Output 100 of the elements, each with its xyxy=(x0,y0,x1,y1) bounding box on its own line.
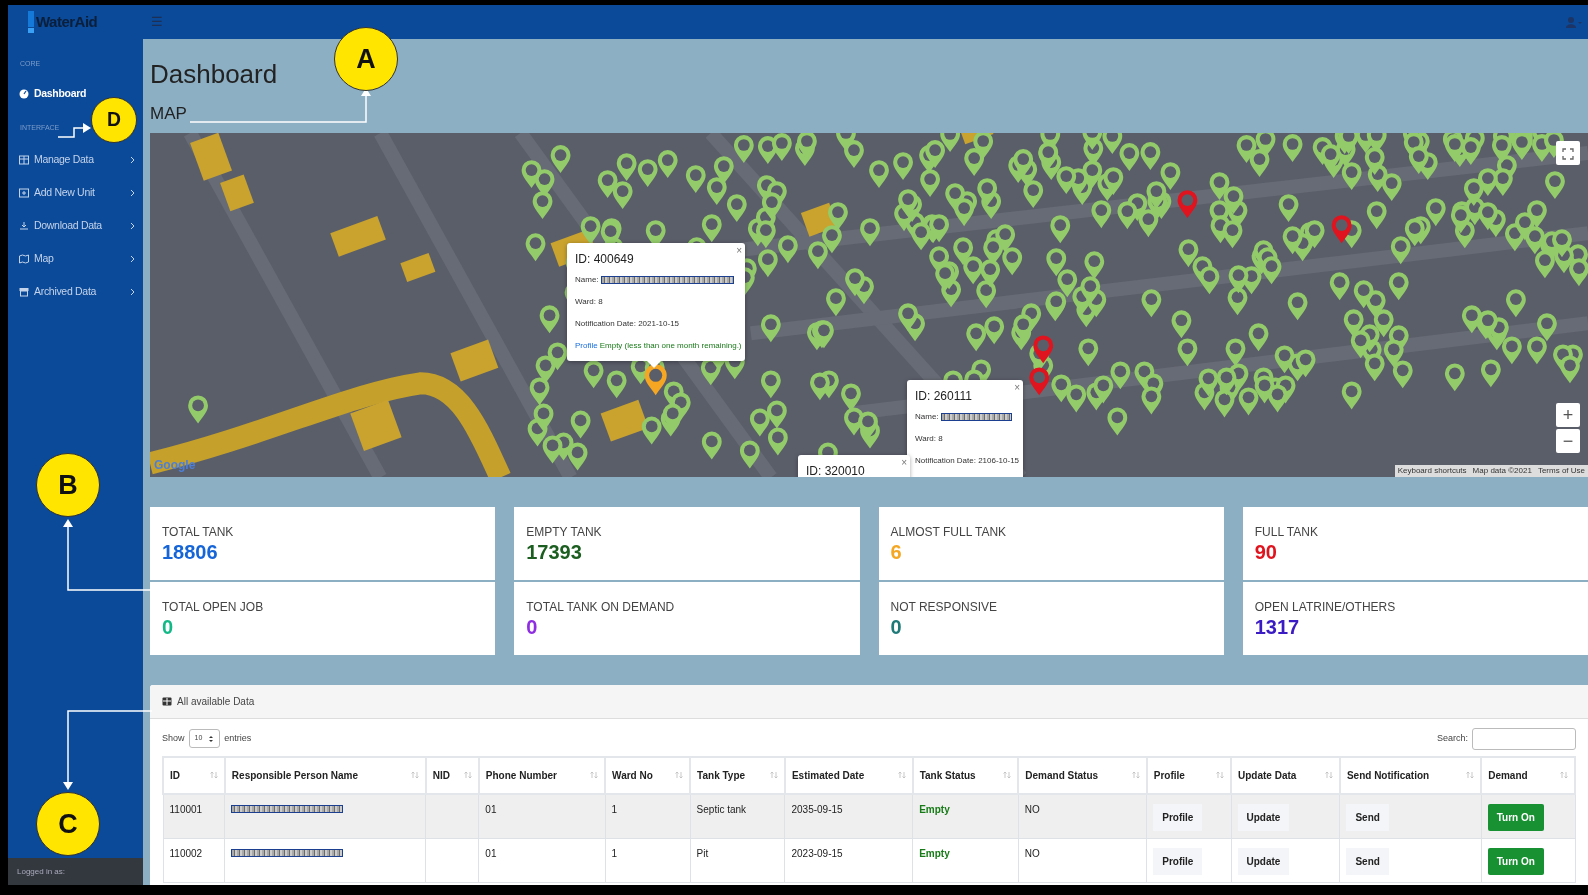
stat-value: 17393 xyxy=(526,540,583,563)
close-button[interactable]: × xyxy=(1014,379,1020,395)
table-cell: 2023-09-15 xyxy=(784,838,913,883)
notification-date: Notification Date: 2106-10-15 xyxy=(915,454,1020,467)
turn-on-button[interactable]: Turn On xyxy=(1487,803,1544,831)
stat-value: 6 xyxy=(890,540,903,563)
column-header[interactable]: ID xyxy=(163,756,225,794)
show-label: Show xyxy=(162,731,185,745)
ward-label: Ward: 8 xyxy=(575,295,603,308)
column-header[interactable]: Send Notification xyxy=(1339,756,1482,794)
stat-label: OPEN LATRINE/OTHERS xyxy=(1254,598,1397,616)
sort-icon[interactable] xyxy=(1003,771,1012,780)
table-cell: NO xyxy=(1018,793,1147,839)
map-drawing[interactable] xyxy=(150,132,1588,477)
stat-label: TOTAL OPEN JOB xyxy=(162,598,265,616)
popup-id: ID: 260111 xyxy=(915,387,973,405)
send-button[interactable]: Send xyxy=(1346,847,1389,875)
sort-icon[interactable] xyxy=(897,771,906,780)
profile-button[interactable]: Profile xyxy=(1153,847,1203,875)
section-heading: MAP xyxy=(150,104,187,125)
menu-icon xyxy=(19,253,29,264)
chevron-icon xyxy=(130,221,135,230)
sort-icon[interactable] xyxy=(1131,771,1140,780)
sidebar-item[interactable]: Manage Data xyxy=(8,143,143,176)
sidebar-item[interactable]: Add New Unit xyxy=(8,176,143,209)
status-text: Empty (less than one month remaining.) xyxy=(599,339,742,352)
stat-value: 0 xyxy=(890,615,903,638)
logged-in-label: Logged in as: xyxy=(8,858,143,885)
stat-value: 1317 xyxy=(1254,615,1301,638)
table-cell: 1 xyxy=(605,793,691,839)
search-label: Search: xyxy=(1436,731,1468,745)
stat-label: TOTAL TANK ON DEMAND xyxy=(526,598,676,616)
logo-icon xyxy=(28,11,34,33)
zoom-in-button[interactable]: + xyxy=(1556,402,1580,427)
sort-icon[interactable] xyxy=(209,771,218,780)
update-button[interactable]: Update xyxy=(1237,847,1290,875)
fullscreen-button[interactable] xyxy=(1556,140,1580,165)
stat-label: ALMOST FULL TANK xyxy=(890,523,1008,541)
sidebar-item[interactable]: Archived Data xyxy=(8,275,143,308)
sidebar-item[interactable]: Download Data xyxy=(8,209,143,242)
sidebar-item[interactable]: Map xyxy=(8,242,143,275)
menu-icon xyxy=(19,286,29,297)
sort-icon[interactable] xyxy=(1560,771,1568,780)
name-label: Name: xyxy=(575,273,599,286)
stat-value: 0 xyxy=(526,615,539,638)
stat-label: NOT RESPONSIVE xyxy=(890,598,998,616)
column-header[interactable]: Profile xyxy=(1146,756,1231,794)
turn-on-button[interactable]: Turn On xyxy=(1487,847,1544,875)
sort-icon[interactable] xyxy=(1324,771,1333,780)
table-cell: Septic tank xyxy=(690,793,785,839)
sort-icon[interactable] xyxy=(769,771,778,780)
column-header[interactable]: Phone Number xyxy=(478,756,606,794)
entries-label: entries xyxy=(224,731,252,745)
table-cell: 01 xyxy=(478,838,606,883)
user-icon[interactable] xyxy=(1566,16,1582,28)
column-header[interactable]: Responsible Person Name xyxy=(224,756,426,794)
table-cell: 110001 xyxy=(163,793,225,839)
column-header[interactable]: Demand Status xyxy=(1018,756,1147,794)
profile-link[interactable]: Profile xyxy=(575,339,598,352)
column-header[interactable]: Tank Type xyxy=(690,756,785,794)
notification-date: Notification Date: 2021-10-15 xyxy=(575,317,680,330)
column-header[interactable]: Demand xyxy=(1481,756,1575,794)
stat-value: 0 xyxy=(162,615,175,638)
logo-text: WaterAid xyxy=(36,11,98,32)
attribution-link[interactable]: Terms of Use xyxy=(1537,464,1585,477)
table-cell: 01 xyxy=(478,793,606,839)
menu-icon xyxy=(19,154,29,165)
table-cell: Empty xyxy=(912,838,1019,883)
map-logo: Google xyxy=(154,456,196,474)
table-cell: Empty xyxy=(912,793,1019,839)
sort-icon[interactable] xyxy=(675,771,684,780)
profile-button[interactable]: Profile xyxy=(1153,803,1203,831)
sort-icon[interactable] xyxy=(590,771,599,780)
attribution-link[interactable]: Keyboard shortcuts xyxy=(1397,464,1467,477)
search-field[interactable] xyxy=(1472,727,1576,750)
chevron-icon xyxy=(130,155,135,164)
column-header[interactable]: Update Data xyxy=(1231,756,1340,794)
close-button[interactable]: × xyxy=(736,242,742,258)
sort-caret-icon xyxy=(208,734,215,743)
sort-icon[interactable] xyxy=(463,771,472,780)
column-header[interactable]: Tank Status xyxy=(912,756,1019,794)
menu-icon xyxy=(19,220,29,231)
table-cell: 2035-09-15 xyxy=(784,793,913,839)
zoom-out-button[interactable]: − xyxy=(1556,428,1580,453)
column-header[interactable]: Estimated Date xyxy=(784,756,913,794)
send-button[interactable]: Send xyxy=(1346,803,1389,831)
sort-icon[interactable] xyxy=(410,771,419,780)
column-header[interactable]: NID xyxy=(425,756,479,794)
table-icon xyxy=(162,696,172,706)
sort-icon[interactable] xyxy=(1216,771,1224,780)
update-button[interactable]: Update xyxy=(1237,803,1290,831)
chevron-icon xyxy=(130,287,135,296)
ward-label: Ward: 8 xyxy=(915,432,943,445)
close-button[interactable]: × xyxy=(901,454,907,470)
sort-icon[interactable] xyxy=(1466,771,1475,780)
column-header[interactable]: Ward No xyxy=(605,756,691,794)
callout-arrow xyxy=(57,123,91,138)
stat-label: EMPTY TANK xyxy=(526,523,603,541)
name-label: Name: xyxy=(915,410,939,423)
attribution-link[interactable]: Map data ©2021 xyxy=(1472,464,1532,477)
